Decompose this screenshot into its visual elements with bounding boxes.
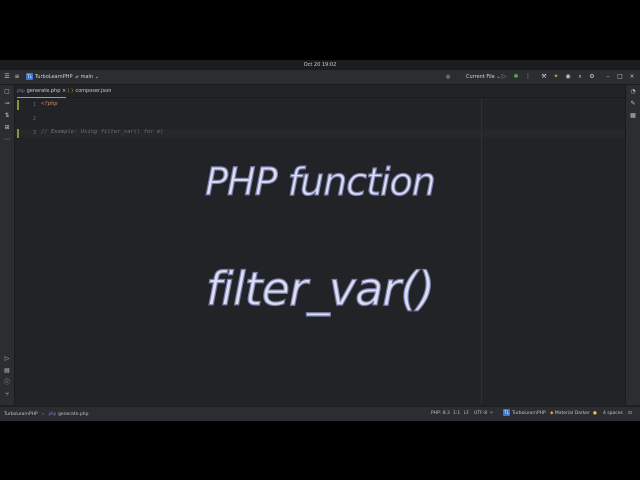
maximize-icon[interactable]: □ (616, 73, 624, 81)
code-line: // Example: Using filter_var() for e| (41, 129, 164, 135)
breadcrumb-file[interactable]: generate.php (58, 412, 88, 417)
terminal-icon[interactable]: ▤ (3, 367, 11, 375)
vcs-status-icon[interactable]: ⑂ (490, 407, 493, 421)
ai-assistant-icon[interactable]: ✦ (552, 73, 560, 81)
lock-icon[interactable]: ⊡ (628, 407, 632, 421)
cursor-position[interactable]: 1:1 (453, 407, 460, 421)
project-name: TurboLearnPHP (35, 74, 73, 80)
line-number: 2 (33, 116, 37, 122)
git-icon[interactable]: ⑂ (3, 391, 11, 399)
build-icon[interactable]: ⚒ (540, 73, 548, 81)
code-editor[interactable]: 1 <?php 2 3 // Example: Using filter_var… (15, 98, 625, 404)
branch-selector[interactable]: ⑂ main ⌄ (76, 70, 99, 84)
editor-tabs: php generate.php × { } composer.json (15, 85, 625, 98)
run-config-selector[interactable]: Current File ⌄ (466, 70, 501, 84)
php-file-icon: php (17, 88, 25, 93)
project-folder-icon[interactable]: ▢ (3, 88, 11, 96)
theme-icon: ◆ (550, 411, 554, 416)
search-icon[interactable]: ⌕ (576, 73, 584, 81)
php-version[interactable]: PHP: 8.3 (431, 407, 450, 421)
database-icon[interactable]: ▦ (629, 112, 637, 120)
code-with-me-icon[interactable]: ◉ (564, 73, 572, 81)
pull-requests-icon[interactable]: ⇅ (3, 112, 11, 120)
project-icon[interactable]: ◎ (446, 70, 450, 84)
run-config-label: Current File (466, 74, 495, 80)
code-line: <?php (41, 101, 58, 107)
debug-icon[interactable]: ✱ (512, 73, 520, 81)
tab-label: composer.json (75, 88, 112, 94)
system-top-bar: Oct 20 19:02 (0, 60, 640, 70)
right-tool-strip: ◔ ✎ ▦ (625, 85, 640, 405)
tab-generate-php[interactable]: php generate.php × (17, 85, 67, 98)
close-icon[interactable]: × (628, 73, 636, 81)
more-icon[interactable]: ⋮ (524, 73, 532, 81)
project-status[interactable]: TL TurboLearnPHP (503, 407, 546, 421)
menu-icon[interactable]: ≡ (13, 73, 21, 81)
minimize-icon[interactable]: – (604, 73, 612, 81)
breadcrumb[interactable]: TurboLearnPHP › php generate.php (4, 407, 88, 421)
indent-setting[interactable]: 4 spaces (603, 407, 623, 421)
line-number: 3 (33, 130, 37, 136)
project-badge: TL (26, 73, 33, 80)
notifications-icon[interactable]: ◔ (629, 88, 637, 96)
run-icon[interactable]: ▷ (500, 73, 508, 81)
settings-gear-icon[interactable]: ⚙ (588, 73, 596, 81)
overlay-title: PHP function (205, 159, 437, 204)
gutter-change-marker (17, 100, 19, 110)
structure-icon[interactable]: ⊞ (3, 124, 11, 132)
gutter-change-marker (17, 129, 19, 138)
ide-window: ☰ ≡ TL TurboLearnPHP ⌄ ⑂ main ⌄ ◎ Current… (0, 70, 640, 421)
project-selector[interactable]: TL TurboLearnPHP ⌄ (26, 70, 78, 84)
right-margin-guide (481, 98, 482, 404)
title-bar: ☰ ≡ TL TurboLearnPHP ⌄ ⑂ main ⌄ ◎ Current… (0, 70, 640, 85)
status-bar: TurboLearnPHP › php generate.php PHP: 8.3… (0, 406, 640, 421)
theme-name: Material Darker (554, 411, 590, 416)
project-status-name: TurboLearnPHP (512, 411, 546, 416)
branch-icon: ⑂ (76, 74, 80, 80)
tab-composer-json[interactable]: { } composer.json (67, 85, 111, 97)
main-menu-icon[interactable]: ☰ (3, 73, 11, 81)
left-tool-strip: ▢ ⊸ ⇅ ⊞ ⋯ ▷ ▤ ⓘ ⑂ (0, 85, 15, 405)
system-clock: Oct 20 19:02 (303, 62, 337, 68)
json-file-icon: { } (67, 88, 74, 93)
problems-icon[interactable]: ⓘ (3, 379, 11, 387)
tab-close-icon[interactable]: × (62, 88, 66, 94)
run-tool-icon[interactable]: ▷ (3, 355, 11, 363)
overlay-function-name: filter_var() (205, 261, 435, 316)
tab-label: generate.php (26, 88, 61, 94)
file-encoding[interactable]: UTF-8 (474, 407, 487, 421)
line-number: 1 (33, 102, 37, 108)
commit-icon[interactable]: ⊸ (3, 100, 11, 108)
ai-chat-icon[interactable]: ✎ (629, 100, 637, 108)
theme-selector[interactable]: ◆ Material Darker (550, 407, 590, 421)
more-tools-icon[interactable]: ⋯ (3, 136, 11, 144)
branch-name: main (80, 74, 94, 80)
project-badge: TL (503, 409, 510, 416)
php-file-icon: php (48, 411, 57, 416)
line-separator[interactable]: LF (464, 407, 469, 421)
breadcrumb-project[interactable]: TurboLearnPHP (4, 412, 38, 417)
lightbulb-icon[interactable]: ● (593, 407, 597, 421)
